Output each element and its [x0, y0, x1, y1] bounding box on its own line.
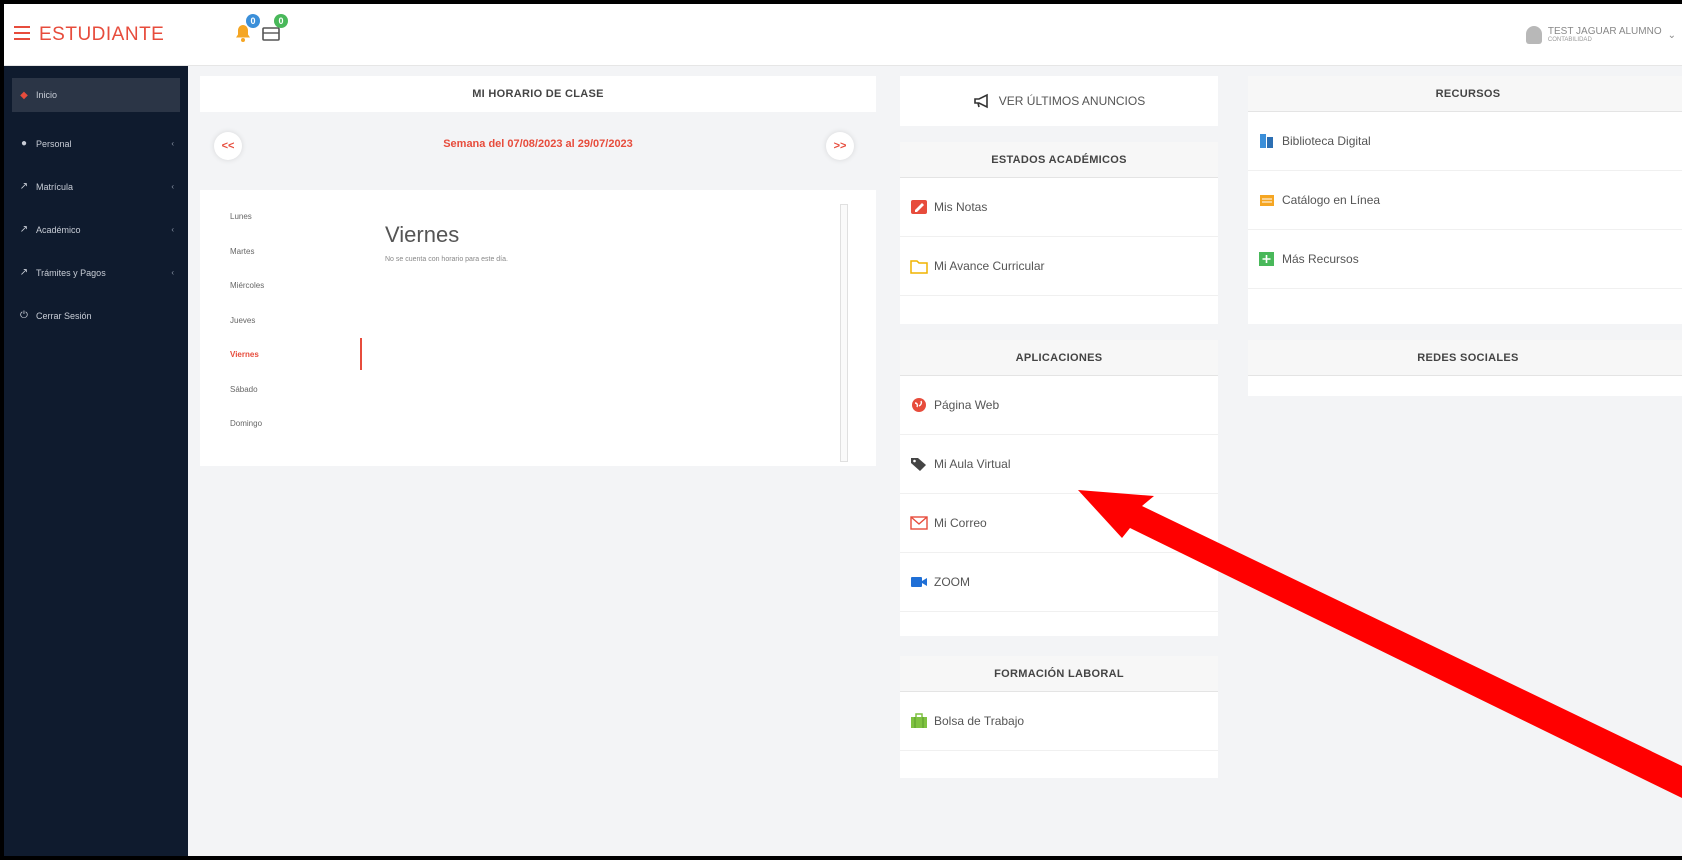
- list-item-label: Mi Avance Curricular: [934, 259, 1045, 273]
- social-title: REDES SOCIALES: [1248, 340, 1682, 376]
- sidebar-item-label: Personal: [36, 138, 72, 149]
- list-item-mas-recursos[interactable]: Más Recursos: [1248, 230, 1682, 289]
- sidebar-item-tramites[interactable]: ↗ Trámites y Pagos ‹: [4, 251, 188, 294]
- empty-schedule-message: No se cuenta con horario para este día.: [385, 256, 508, 263]
- list-item-label: Mis Notas: [934, 200, 988, 214]
- schedule-panel: MI HORARIO DE CLASE << Semana del 07/08/…: [200, 76, 876, 466]
- list-item-pagina-web[interactable]: Página Web: [900, 376, 1218, 435]
- list-item-mi-correo[interactable]: Mi Correo: [900, 494, 1218, 553]
- sidebar-item-matricula[interactable]: ↗ Matrícula ‹: [4, 165, 188, 208]
- plus-box-icon: [1259, 252, 1274, 266]
- list-item-label: Bolsa de Trabajo: [934, 714, 1025, 728]
- top-bar: ESTUDIANTE 0 0 TEST JAGUAR ALUMNO CONTAB…: [4, 4, 1682, 66]
- chevron-left-icon: ‹: [171, 225, 174, 234]
- folder-icon: [910, 260, 928, 274]
- user-dropdown-icon: ⌄: [1667, 29, 1676, 41]
- resources-panel: RECURSOS Biblioteca Digital Catálogo en …: [1248, 76, 1682, 324]
- messages-badge: 0: [274, 14, 288, 28]
- user-icon: ●: [20, 138, 28, 149]
- brand-title: ESTUDIANTE: [39, 24, 165, 45]
- next-week-button[interactable]: >>: [826, 132, 854, 160]
- list-item-aula-virtual[interactable]: Mi Aula Virtual: [900, 435, 1218, 494]
- list-item-avance-curricular[interactable]: Mi Avance Curricular: [900, 237, 1218, 296]
- selected-day-heading: Viernes: [385, 222, 460, 247]
- week-label: Semana del 07/08/2023 al 29/07/2023: [443, 138, 633, 150]
- apps-panel: APLICACIONES Página Web Mi Aula Virtual …: [900, 340, 1218, 636]
- list-item-label: ZOOM: [934, 575, 970, 589]
- apps-title: APLICACIONES: [900, 340, 1218, 376]
- home-icon: ◆: [20, 89, 28, 101]
- sidebar-item-label: Matrícula: [36, 181, 74, 192]
- academic-title: ESTADOS ACADÉMICOS: [900, 142, 1218, 178]
- edit-icon: [911, 200, 927, 214]
- app-frame: ESTUDIANTE 0 0 TEST JAGUAR ALUMNO CONTAB…: [4, 4, 1682, 856]
- day-tab-miercoles[interactable]: Miércoles: [230, 281, 264, 316]
- chevron-left-icon: ‹: [171, 182, 174, 191]
- megaphone-icon: [973, 93, 988, 109]
- list-item-label: Página Web: [934, 398, 1000, 412]
- academic-panel: ESTADOS ACADÉMICOS Mis Notas Mi Avance C…: [900, 142, 1218, 324]
- list-item-mis-notas[interactable]: Mis Notas: [900, 178, 1218, 237]
- list-item-label: Más Recursos: [1282, 252, 1359, 266]
- menu-toggle-icon[interactable]: [14, 26, 30, 40]
- notebook-icon: [1260, 195, 1274, 206]
- mail-icon: [910, 516, 928, 530]
- list-item-label: Catálogo en Línea: [1282, 193, 1381, 207]
- sidebar-item-inicio[interactable]: ◆ Inicio: [12, 78, 180, 112]
- social-panel: REDES SOCIALES: [1248, 340, 1682, 396]
- user-career: CONTABILIDAD: [1547, 37, 1592, 43]
- day-tab-martes[interactable]: Martes: [230, 247, 264, 282]
- work-title: FORMACIÓN LABORAL: [900, 656, 1218, 692]
- announcements-button[interactable]: VER ÚLTIMOS ANUNCIOS: [900, 76, 1218, 126]
- power-icon: ⏻: [20, 310, 28, 321]
- list-item-zoom[interactable]: ZOOM: [900, 553, 1218, 612]
- day-list: Lunes Martes Miércoles Jueves Viernes Sá…: [230, 212, 264, 454]
- list-item-bolsa-trabajo[interactable]: Bolsa de Trabajo: [900, 692, 1218, 751]
- sidebar: ◆ Inicio ● Personal ‹ ↗ Matrícula ‹ ↗ Ac…: [4, 66, 188, 856]
- globe-icon: [912, 398, 926, 412]
- external-link-icon: ↗: [19, 181, 29, 192]
- notifications-bell-icon[interactable]: 0: [232, 14, 260, 44]
- sidebar-item-academico[interactable]: ↗ Académico ‹: [4, 208, 188, 251]
- briefcase-icon: [911, 713, 927, 728]
- list-item-biblioteca[interactable]: Biblioteca Digital: [1248, 112, 1682, 171]
- selected-day-indicator: [360, 338, 362, 370]
- sidebar-item-label: Cerrar Sesión: [36, 310, 92, 321]
- schedule-scrollbar[interactable]: [840, 204, 848, 462]
- list-item-label: Mi Aula Virtual: [934, 457, 1011, 471]
- avatar: [1525, 26, 1542, 44]
- list-item-label: Biblioteca Digital: [1282, 134, 1371, 148]
- books-icon: [1260, 134, 1273, 148]
- chevron-left-icon: ‹: [171, 139, 174, 148]
- tags-icon: [911, 458, 926, 471]
- day-tab-domingo[interactable]: Domingo: [230, 419, 264, 454]
- external-link-icon: ↗: [19, 267, 29, 278]
- sidebar-item-label: Inicio: [36, 90, 58, 100]
- day-tab-jueves[interactable]: Jueves: [230, 316, 264, 351]
- video-camera-icon: [911, 577, 927, 587]
- messages-icon[interactable]: 0: [260, 14, 288, 44]
- list-item-catalogo[interactable]: Catálogo en Línea: [1248, 171, 1682, 230]
- day-tab-lunes[interactable]: Lunes: [230, 212, 264, 247]
- user-name: TEST JAGUAR ALUMNO: [1547, 26, 1662, 37]
- week-bar: [200, 112, 876, 190]
- work-panel: FORMACIÓN LABORAL Bolsa de Trabajo: [900, 656, 1218, 778]
- sidebar-item-label: Académico: [36, 224, 81, 235]
- schedule-title: MI HORARIO DE CLASE: [472, 88, 604, 100]
- notifications-badge: 0: [246, 14, 260, 28]
- announcements-label: VER ÚLTIMOS ANUNCIOS: [998, 94, 1146, 108]
- external-link-icon: ↗: [19, 224, 29, 235]
- chevron-left-icon: ‹: [171, 268, 174, 277]
- user-menu[interactable]: TEST JAGUAR ALUMNO CONTABILIDAD ⌄: [1525, 26, 1676, 44]
- day-tab-viernes[interactable]: Viernes: [230, 350, 264, 385]
- day-tab-sabado[interactable]: Sábado: [230, 385, 264, 420]
- sidebar-item-label: Trámites y Pagos: [36, 267, 106, 278]
- list-item-label: Mi Correo: [934, 516, 987, 530]
- sidebar-item-personal[interactable]: ● Personal ‹: [4, 122, 188, 165]
- sidebar-item-logout[interactable]: ⏻ Cerrar Sesión: [4, 294, 188, 337]
- resources-title: RECURSOS: [1248, 76, 1682, 112]
